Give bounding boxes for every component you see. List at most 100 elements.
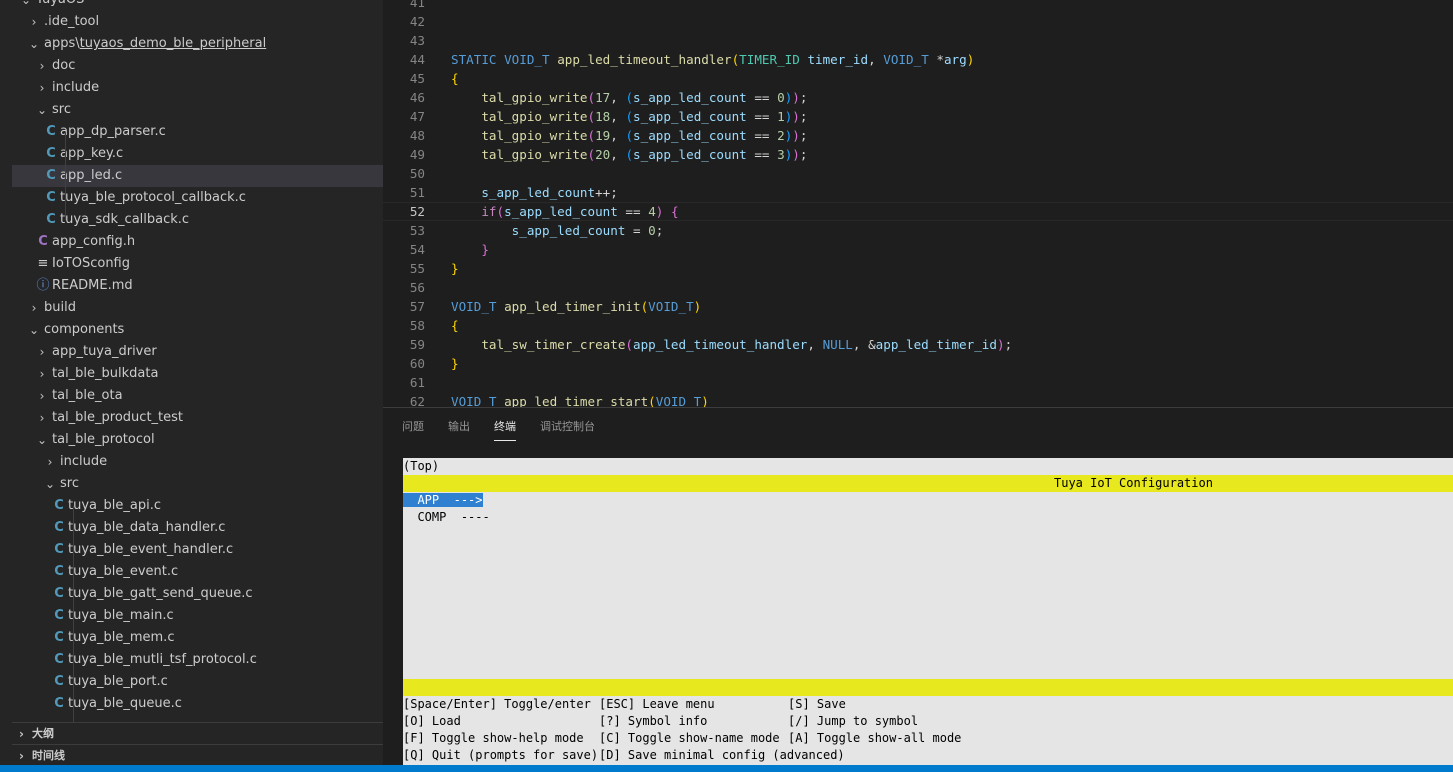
file-item[interactable]: Capp_led.c [12, 165, 383, 187]
file-item[interactable]: Ctuya_ble_gatt_send_queue.c [12, 583, 383, 605]
tree-item-label: app_dp_parser.c [60, 121, 166, 143]
line-number: 56 [409, 280, 425, 295]
code-token: if [481, 204, 497, 219]
file-item[interactable]: Ctuya_ble_mem.c [12, 627, 383, 649]
code-line[interactable]: 43 [383, 31, 1453, 50]
folder-item[interactable]: › tal_ble_product_test [12, 407, 383, 429]
folder-item[interactable]: ⌄ tal_ble_protocol [12, 429, 383, 451]
code-token: s_app_led_count [633, 109, 747, 124]
c-file-icon: C [54, 608, 64, 623]
explorer-sidebar: ⌄ TuyaOS › .ide_tool ⌄ apps\tuyaos_demo_ble_p… [12, 0, 383, 765]
file-item[interactable]: Ctuya_ble_mutli_tsf_protocol.c [12, 649, 383, 671]
code-text: tal_gpio_write(18, (s_app_led_count == 1… [451, 107, 807, 126]
file-item[interactable]: Ctuya_ble_data_handler.c [12, 517, 383, 539]
code-token: s_app_led_count [481, 185, 596, 200]
code-line[interactable]: 54 } [383, 240, 1453, 259]
code-line[interactable]: 61 [383, 373, 1453, 392]
code-token: tal_gpio_write [481, 90, 588, 105]
file-item[interactable]: Ctuya_ble_event_handler.c [12, 539, 383, 561]
tree-item-name: tuya_sdk_callback.c [60, 212, 190, 227]
compact-folder-link[interactable]: tuyaos_demo_ble_peripheral [80, 36, 267, 51]
line-number: 47 [409, 109, 425, 124]
code-line[interactable]: 59 tal_sw_timer_create(app_led_timeout_h… [383, 335, 1453, 354]
help-key: [Q] Quit (prompts for save) [403, 748, 599, 762]
code-line[interactable]: 41 [383, 0, 1453, 12]
folder-item[interactable]: › include [12, 77, 383, 99]
code-token: == [746, 90, 778, 105]
code-text: s_app_led_count = 0; [451, 221, 664, 240]
file-item[interactable]: Ctuya_sdk_callback.c [12, 209, 383, 231]
tab-terminal[interactable]: 终端 [494, 420, 516, 441]
timeline-section-header[interactable]: › 时间线 [12, 744, 383, 765]
code-line[interactable]: 58 { [383, 316, 1453, 335]
file-item[interactable]: Ctuya_ble_event.c [12, 561, 383, 583]
folder-item[interactable]: › doc [12, 55, 383, 77]
code-token: ; [655, 223, 664, 238]
folder-item[interactable]: › include [12, 451, 383, 473]
indent-guide [73, 506, 74, 722]
file-item[interactable]: Capp_dp_parser.c [12, 121, 383, 143]
folder-item[interactable]: ⌄ src [12, 473, 383, 495]
folder-item[interactable]: › tal_ble_ota [12, 385, 383, 407]
file-item[interactable]: Capp_config.h [12, 231, 383, 253]
code-token: 17 [595, 90, 611, 105]
code-token: VOID_T [451, 394, 497, 407]
code-token: ) [792, 109, 800, 124]
folder-item[interactable]: › app_tuya_driver [12, 341, 383, 363]
file-item[interactable]: Ctuya_ble_api.c [12, 495, 383, 517]
folder-item[interactable]: › build [12, 297, 383, 319]
menu-item-app[interactable]: APP ---> [403, 492, 483, 509]
folder-item[interactable]: ⌄ src [12, 99, 383, 121]
folder-item[interactable]: ⌄ components [12, 319, 383, 341]
code-token: app_led_timeout_handler [633, 337, 808, 352]
file-item[interactable]: Ctuya_ble_protocol_callback.c [12, 187, 383, 209]
code-token: { [451, 71, 459, 86]
code-line[interactable]: 50 [383, 164, 1453, 183]
tab-output[interactable]: 输出 [448, 420, 470, 440]
tree-item-name: tuya_ble_protocol_callback.c [60, 190, 246, 205]
indent-guide [65, 132, 66, 220]
folder-item[interactable]: › .ide_tool [12, 11, 383, 33]
outline-section-header[interactable]: › 大纲 [12, 722, 383, 745]
file-item[interactable]: Ctuya_ble_port.c [12, 671, 383, 693]
folder-item[interactable]: › tal_ble_bulkdata [12, 363, 383, 385]
code-line[interactable]: 56 [383, 278, 1453, 297]
code-line[interactable]: 44 STATIC VOID_T app_led_timeout_handler(… [383, 50, 1453, 69]
code-line[interactable]: 57 VOID_T app_led_timer_init(VOID_T) [383, 297, 1453, 316]
code-token: 0 [777, 90, 785, 105]
code-line[interactable]: 53 s_app_led_count = 0; [383, 221, 1453, 240]
folder-item[interactable]: ⌄ apps\tuyaos_demo_ble_peripheral [12, 33, 383, 55]
chevron-right-icon: › [31, 301, 37, 315]
file-item[interactable]: ≡ IoTOSconfig [12, 253, 383, 275]
file-item[interactable]: ⓘ README.md [12, 275, 383, 297]
tab-problems[interactable]: 问题 [402, 420, 424, 440]
code-line[interactable]: 49 tal_gpio_write(20, (s_app_led_count =… [383, 145, 1453, 164]
code-line[interactable]: 48 tal_gpio_write(19, (s_app_led_count =… [383, 126, 1453, 145]
line-number: 42 [409, 14, 425, 29]
code-line[interactable]: 51 s_app_led_count++; [383, 183, 1453, 202]
terminal[interactable]: (Top) Tuya IoT Configuration APP ---> CO… [403, 458, 1453, 766]
folder-item[interactable]: ⌄ TuyaOS [12, 0, 383, 11]
c-file-icon: C [46, 190, 56, 205]
code-token: app_led_timer_start [504, 394, 649, 407]
code-line[interactable]: 42 [383, 12, 1453, 31]
code-line[interactable]: 52 if(s_app_led_count == 4) { [383, 202, 1453, 221]
code-line[interactable]: 47 tal_gpio_write(18, (s_app_led_count =… [383, 107, 1453, 126]
tree-item-label: tuya_ble_event.c [68, 561, 178, 583]
code-line[interactable]: 55} [383, 259, 1453, 278]
file-item[interactable]: Ctuya_ble_queue.c [12, 693, 383, 715]
chevron-right-icon: › [39, 389, 45, 403]
menu-item-comp[interactable]: COMP ---- [403, 509, 489, 526]
tree-item-name: tal_ble_ota [52, 388, 123, 403]
code-line[interactable]: 45 { [383, 69, 1453, 88]
file-item[interactable]: Ctuya_ble_main.c [12, 605, 383, 627]
code-token: , [807, 337, 823, 352]
tab-debug-console[interactable]: 调试控制台 [540, 420, 595, 440]
tree-item-name: tuya_ble_gatt_send_queue.c [68, 586, 253, 601]
code-line[interactable]: 62 VOID_T app_led_timer_start(VOID_T) [383, 392, 1453, 407]
code-editor[interactable]: 41 42 43 44 STATIC VOID_T app_led_timeout_ha… [383, 0, 1453, 407]
file-item[interactable]: Capp_key.c [12, 143, 383, 165]
code-line[interactable]: 60} [383, 354, 1453, 373]
code-line[interactable]: 46 tal_gpio_write(17, (s_app_led_count =… [383, 88, 1453, 107]
